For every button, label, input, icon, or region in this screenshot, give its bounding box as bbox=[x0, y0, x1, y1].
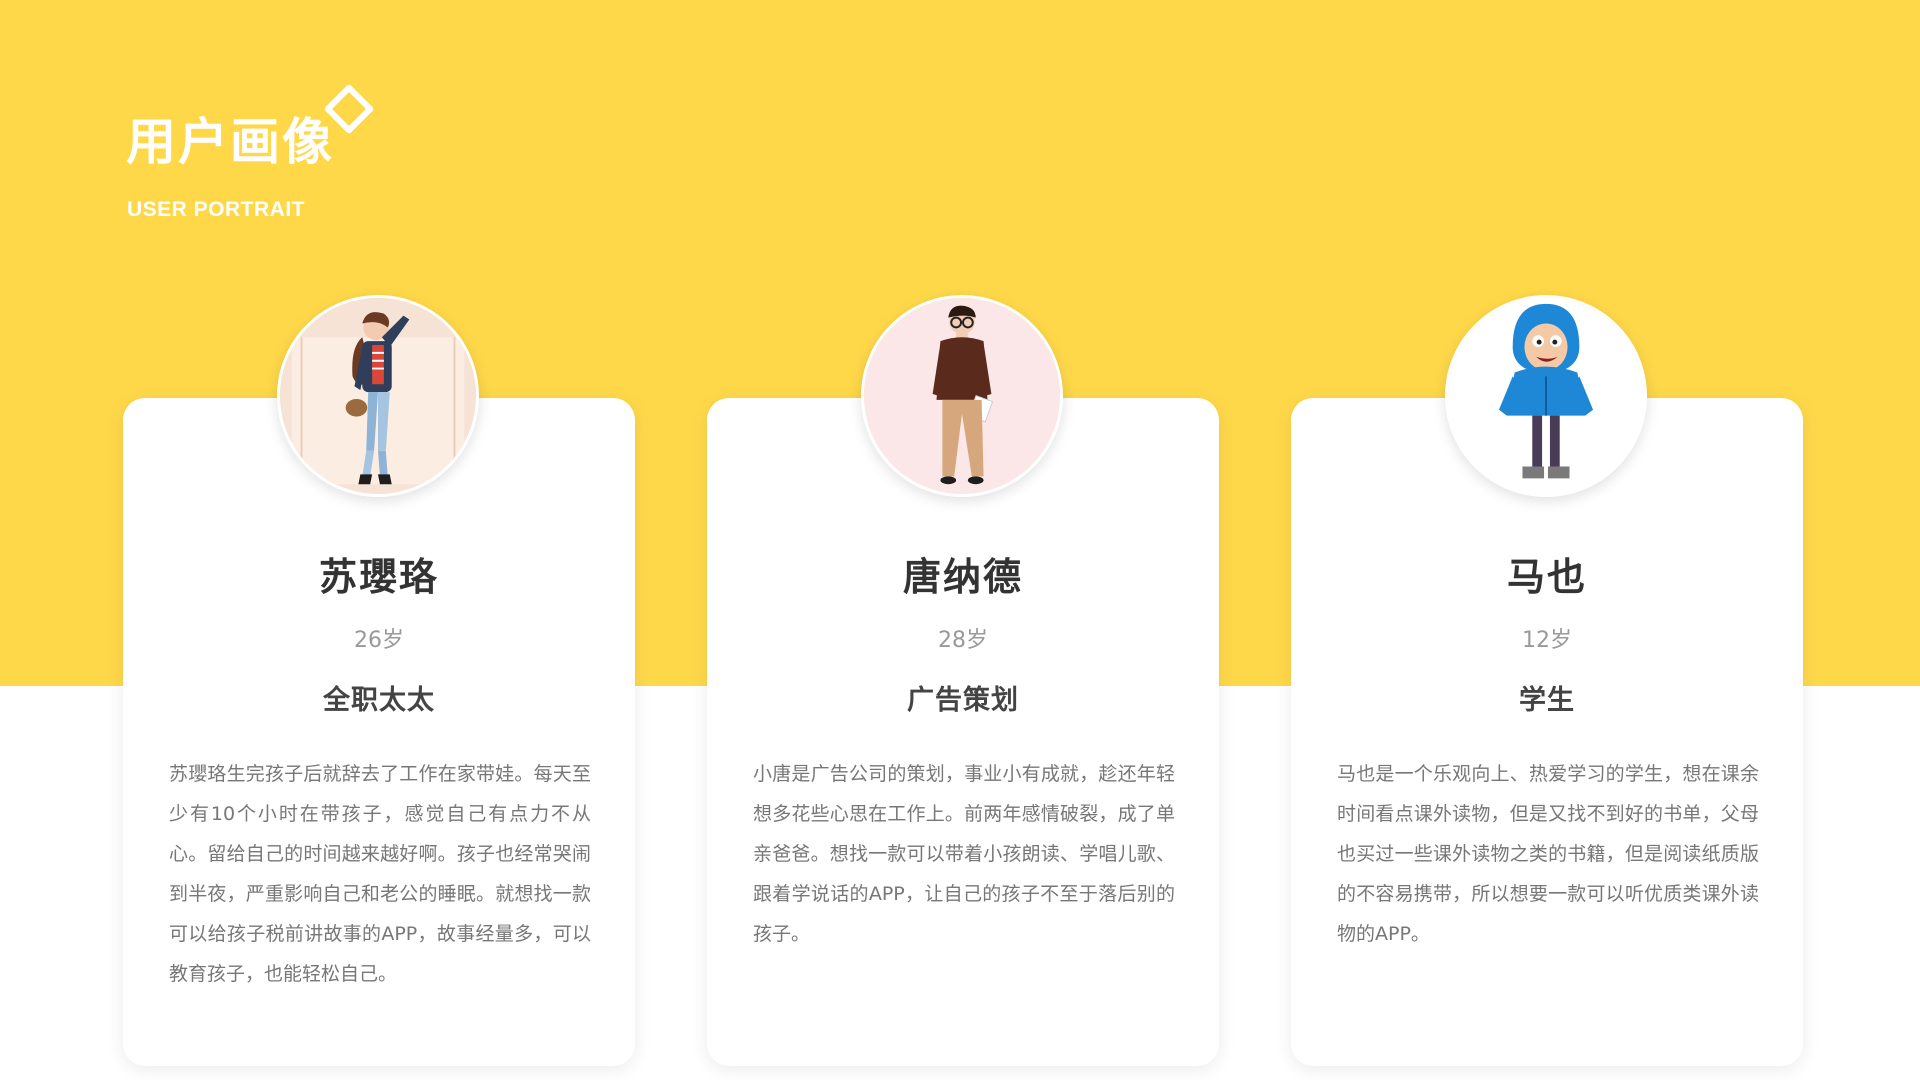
persona-role: 全职太太 bbox=[323, 685, 435, 716]
man-illustration-icon bbox=[864, 298, 1060, 494]
persona-age: 12岁 bbox=[1522, 628, 1572, 653]
avatar bbox=[277, 295, 479, 497]
persona-name: 苏瓔珞 bbox=[318, 555, 439, 599]
page-title: 用户画像 bbox=[126, 113, 334, 171]
page-subtitle: USER PORTRAIT bbox=[127, 198, 306, 221]
kid-illustration-icon bbox=[1448, 298, 1644, 494]
persona-card-3: 马也 12岁 学生 马也是一个乐观向上、热爱学习的学生，想在课余时间看点课外读物… bbox=[1291, 295, 1803, 1066]
persona-age: 26岁 bbox=[354, 628, 404, 653]
persona-role: 学生 bbox=[1519, 685, 1575, 716]
avatar bbox=[861, 295, 1063, 497]
persona-age: 28岁 bbox=[938, 628, 988, 653]
persona-description: 马也是一个乐观向上、热爱学习的学生，想在课余时间看点课外读物，但是又找不到好的书… bbox=[1337, 763, 1759, 945]
avatar bbox=[1445, 295, 1647, 497]
persona-description: 苏瓔珞生完孩子后就辞去了工作在家带娃。每天至少有10个小时在带孩子，感觉自己有点… bbox=[169, 763, 591, 985]
persona-description: 小唐是广告公司的策划，事业小有成就，趁还年轻想多花些心思在工作上。前两年感情破裂… bbox=[753, 763, 1175, 945]
persona-card-2: 唐纳德 28岁 广告策划 小唐是广告公司的策划，事业小有成就，趁还年轻想多花些心… bbox=[707, 295, 1219, 1066]
persona-role: 广告策划 bbox=[907, 685, 1019, 716]
persona-name: 马也 bbox=[1506, 555, 1587, 599]
persona-name: 唐纳德 bbox=[902, 555, 1023, 599]
persona-card-1: 苏瓔珞 26岁 全职太太 苏瓔珞生完孩子后就辞去了工作在家带娃。每天至少有10个… bbox=[123, 295, 635, 1066]
woman-illustration-icon bbox=[280, 298, 476, 494]
